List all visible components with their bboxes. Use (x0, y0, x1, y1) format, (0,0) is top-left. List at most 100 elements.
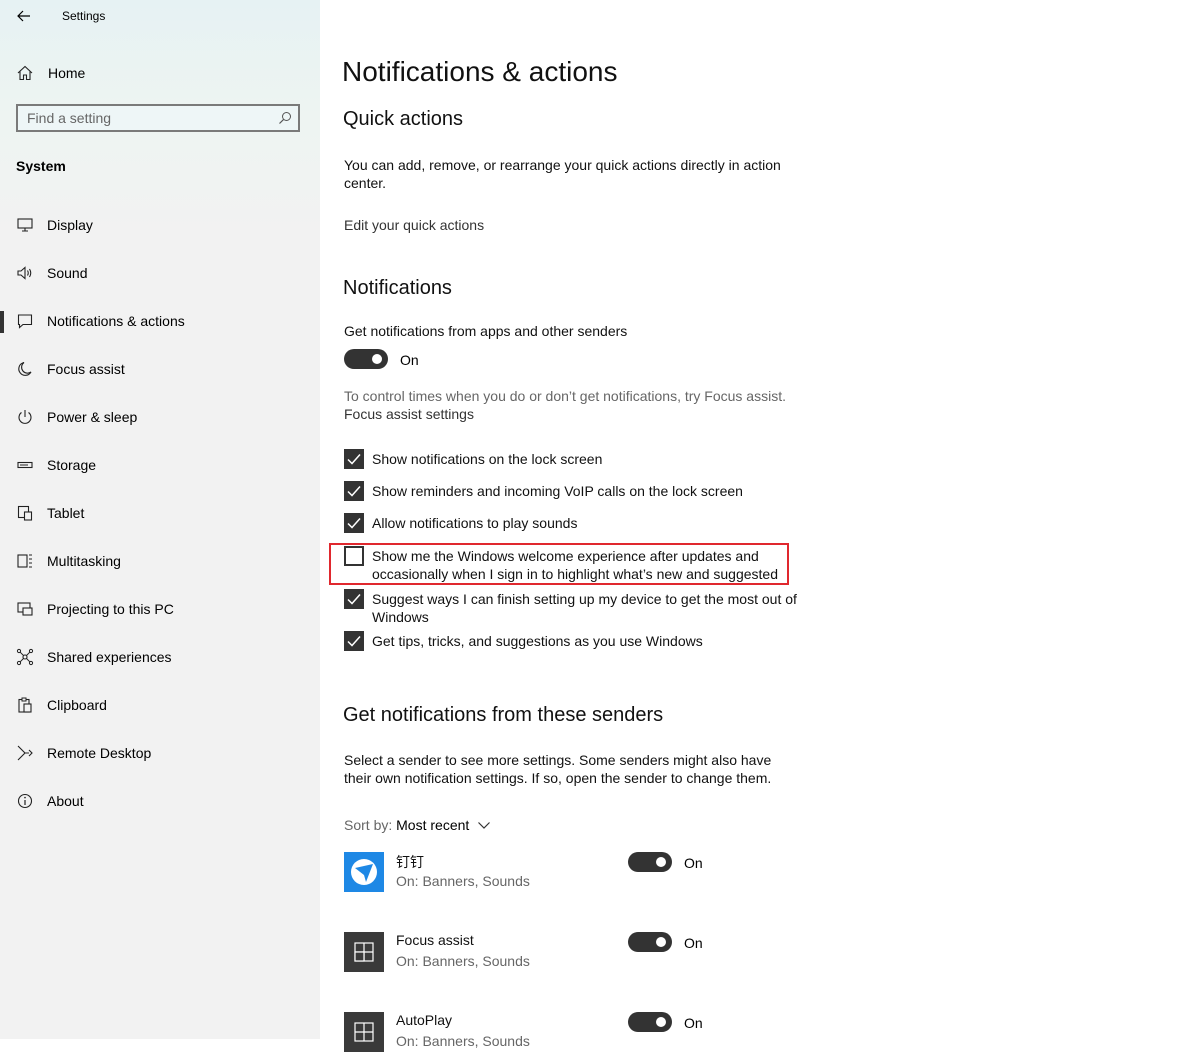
get-notifications-label: Get notifications from apps and other se… (344, 323, 628, 339)
sender-toggle-state: On (684, 1015, 703, 1031)
speaker-icon (16, 264, 34, 282)
sort-by-label: Sort by: (344, 817, 393, 833)
sort-by-dropdown[interactable]: Sort by: Most recent (344, 817, 491, 833)
quick-actions-heading: Quick actions (343, 108, 464, 130)
sidebar-item-focus-assist[interactable]: Focus assist (0, 351, 320, 387)
sender-status: On: Banners, Sounds (396, 873, 530, 889)
projecting-icon (16, 600, 34, 618)
checkbox-label: Get tips, tricks, and suggestions as you… (372, 633, 703, 649)
tablet-icon (16, 504, 34, 522)
checkbox-checked[interactable] (344, 481, 364, 501)
toggle-knob (656, 1017, 666, 1027)
page-title: Notifications & actions (342, 56, 618, 87)
sidebar-item-label: Multitasking (47, 553, 121, 569)
checkbox-checked[interactable] (344, 513, 364, 533)
checkmark-icon (347, 454, 361, 465)
sender-toggle[interactable] (628, 1012, 672, 1032)
dingtalk-app-icon (344, 852, 384, 892)
sender-toggle-state: On (684, 935, 703, 951)
sidebar-item-remote-desktop[interactable]: Remote Desktop (0, 735, 320, 771)
clipboard-icon (16, 696, 34, 714)
checkmark-icon (347, 636, 361, 647)
sidebar-item-multitasking[interactable]: Multitasking (0, 543, 320, 579)
checkbox-checked[interactable] (344, 589, 364, 609)
quick-actions-description: You can add, remove, or rearrange your q… (344, 157, 781, 191)
sidebar-item-about[interactable]: About (0, 783, 320, 819)
sidebar-item-sound[interactable]: Sound (0, 255, 320, 291)
search-icon[interactable] (278, 111, 292, 125)
home-icon (16, 64, 34, 82)
section-label-system: System (16, 158, 66, 174)
focus-assist-hint: To control times when you do or don’t ge… (344, 388, 786, 404)
sender-toggle-state: On (684, 855, 703, 871)
back-button[interactable] (12, 6, 36, 26)
sidebar-item-label: Remote Desktop (47, 745, 152, 761)
sidebar-item-projecting[interactable]: Projecting to this PC (0, 591, 320, 627)
sidebar-item-label: Clipboard (47, 697, 107, 713)
checkmark-icon (347, 486, 361, 497)
sidebar-item-label: Storage (47, 457, 97, 473)
storage-icon (16, 456, 34, 474)
focus-assist-app-icon (344, 932, 384, 972)
senders-description: Select a sender to see more settings. So… (344, 752, 772, 786)
sidebar-item-power-sleep[interactable]: Power & sleep (0, 399, 320, 435)
remote-desktop-icon (16, 744, 34, 762)
sender-name: AutoPlay (396, 1012, 453, 1028)
toggle-knob (372, 354, 382, 364)
sidebar-item-notifications-actions[interactable]: Notifications & actions (0, 303, 320, 339)
sidebar-item-label: Sound (47, 265, 88, 281)
sender-name: Focus assist (396, 932, 474, 948)
sidebar-item-storage[interactable]: Storage (0, 447, 320, 483)
search-box[interactable] (16, 104, 300, 132)
info-icon (16, 792, 34, 810)
checkmark-icon (347, 594, 361, 605)
checkbox-checked[interactable] (344, 449, 364, 469)
checkbox-label: Suggest ways I can finish setting up my … (372, 591, 797, 625)
notifications-heading: Notifications (343, 277, 452, 299)
nav-home[interactable]: Home (0, 58, 320, 88)
sidebar-item-label: Focus assist (47, 361, 125, 377)
multitasking-icon (16, 552, 34, 570)
sender-status: On: Banners, Sounds (396, 953, 530, 969)
sidebar-item-label: About (47, 793, 84, 809)
sender-status: On: Banners, Sounds (396, 1033, 530, 1049)
toggle-knob (656, 857, 666, 867)
sender-name: 钉钉 (396, 854, 424, 870)
chevron-down-icon (478, 822, 491, 829)
power-icon (16, 408, 34, 426)
senders-heading: Get notifications from these senders (343, 704, 664, 726)
sidebar-item-shared-experiences[interactable]: Shared experiences (0, 639, 320, 675)
sidebar-item-label: Shared experiences (47, 649, 172, 665)
active-indicator (0, 311, 4, 333)
sender-toggle[interactable] (628, 932, 672, 952)
checkbox-label: Show reminders and incoming VoIP calls o… (372, 483, 743, 499)
monitor-icon (16, 216, 34, 234)
toggle-knob (656, 937, 666, 947)
sidebar-item-label: Display (47, 217, 93, 233)
main-content: Notifications & actions Quick actions Yo… (320, 0, 1198, 1052)
sidebar-item-label: Notifications & actions (47, 313, 185, 329)
sidebar-item-tablet[interactable]: Tablet (0, 495, 320, 531)
sidebar-item-label: Projecting to this PC (47, 601, 174, 617)
sidebar: Settings Home System Display Sound Notif… (0, 0, 320, 1039)
sort-by-value: Most recent (396, 817, 470, 833)
checkbox-checked[interactable] (344, 631, 364, 651)
sidebar-item-display[interactable]: Display (0, 207, 320, 243)
notifications-toggle[interactable] (344, 349, 388, 369)
sidebar-item-label: Tablet (47, 505, 85, 521)
focus-assist-settings-link[interactable]: Focus assist settings (344, 406, 474, 422)
sidebar-item-label: Power & sleep (47, 409, 138, 425)
sender-toggle[interactable] (628, 852, 672, 872)
edit-quick-actions-link[interactable]: Edit your quick actions (344, 217, 484, 233)
notification-icon (16, 312, 34, 330)
autoplay-app-icon (344, 1012, 384, 1052)
checkbox-label: Allow notifications to play sounds (372, 515, 578, 531)
window-title: Settings (62, 9, 106, 23)
search-input[interactable] (27, 109, 267, 127)
checkmark-icon (347, 518, 361, 529)
title-bar: Settings (0, 0, 320, 34)
sidebar-item-clipboard[interactable]: Clipboard (0, 687, 320, 723)
nav-home-label: Home (48, 65, 86, 81)
back-arrow-icon (17, 10, 30, 22)
notifications-toggle-state: On (400, 352, 419, 368)
